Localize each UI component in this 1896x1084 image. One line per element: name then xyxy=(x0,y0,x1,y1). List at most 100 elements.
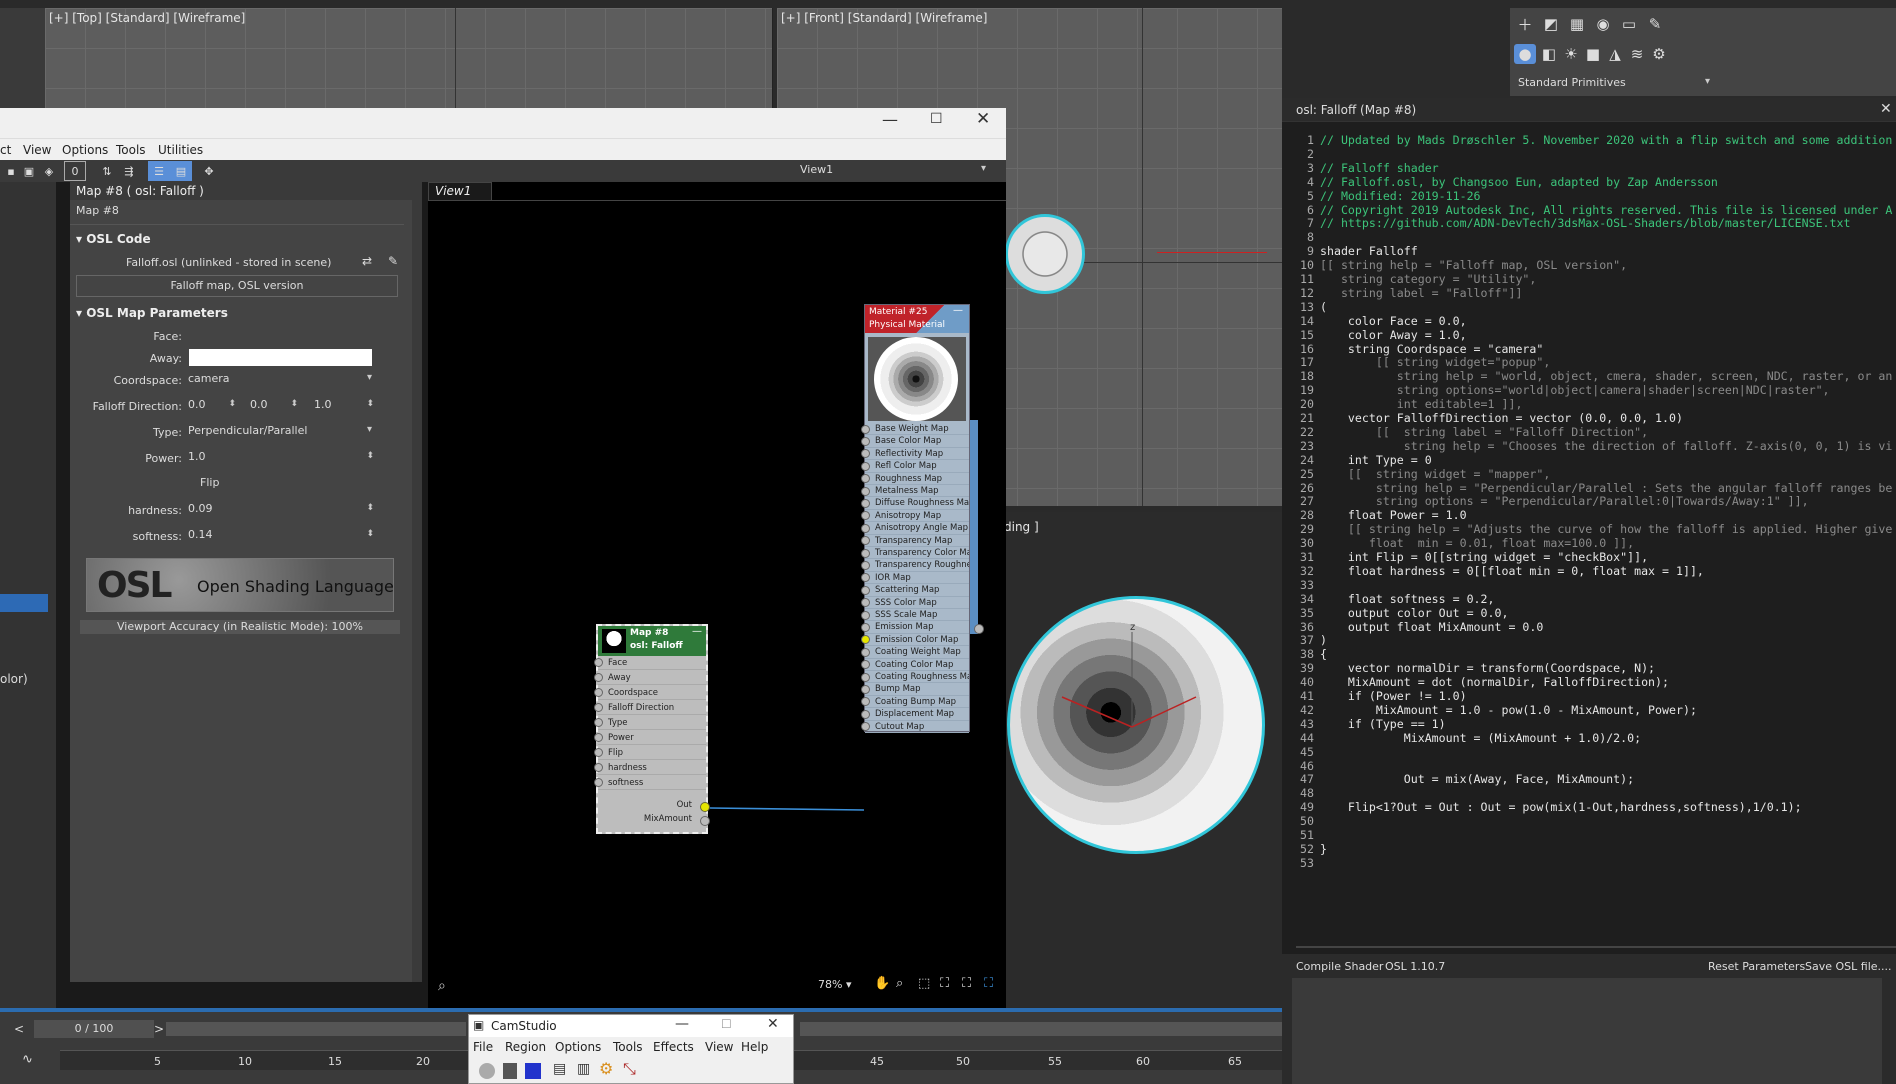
create-icon[interactable]: ＋ xyxy=(1514,14,1536,34)
code-line[interactable]: } xyxy=(1320,842,1327,857)
code-line[interactable]: float min = 0.01, float max=100.0 ]], xyxy=(1320,536,1634,551)
material-slot-22[interactable]: Coating Bump Map xyxy=(865,696,969,709)
cam-menu-region[interactable]: Region xyxy=(505,1040,546,1054)
material-slot-18[interactable]: Coating Weight Map xyxy=(865,646,969,659)
zoom-icon[interactable]: ⌕ xyxy=(896,976,903,991)
perspective-viewport[interactable]: ding ] z xyxy=(1004,512,1282,1007)
falloff-map-node[interactable]: Map #8 osl: Falloff — Face Away Coordspace… xyxy=(594,624,710,834)
code-line[interactable]: ) xyxy=(1320,634,1327,648)
material-node-collapse-icon[interactable]: — xyxy=(953,305,963,316)
code-line[interactable]: float hardness = 0[[float min = 0, float… xyxy=(1320,564,1704,579)
code-line[interactable]: MixAmount = 1.0 - pow(1.0 - MixAmount, P… xyxy=(1320,703,1697,718)
code-line[interactable]: // Modified: 2019-11-26 xyxy=(1320,189,1481,204)
material-slot-1[interactable]: Base Color Map xyxy=(865,435,969,448)
annotation-icon[interactable]: ▥ xyxy=(577,1061,590,1077)
material-slot-port[interactable] xyxy=(861,585,870,595)
code-line[interactable]: int editable=1 ]], xyxy=(1320,397,1523,412)
map-input-1[interactable]: Away xyxy=(598,671,706,685)
object-type-dropdown[interactable]: Standard Primitives xyxy=(1514,76,1714,92)
motion-icon[interactable]: ◉ xyxy=(1592,14,1614,34)
material-slot-port[interactable] xyxy=(861,709,870,719)
zoom-region-icon[interactable]: ⬚ xyxy=(918,976,930,991)
code-line[interactable]: { xyxy=(1320,647,1327,662)
code-line[interactable]: // Falloff shader xyxy=(1320,161,1439,176)
viewport-accuracy[interactable]: Viewport Accuracy (in Realistic Mode): 1… xyxy=(80,620,400,634)
code-line[interactable]: [[ string label = "Falloff Direction", xyxy=(1320,425,1648,440)
editor-close-icon[interactable]: ✕ xyxy=(1880,101,1892,117)
code-line[interactable]: output color Out = 0.0, xyxy=(1320,606,1509,621)
coordspace-dropdown[interactable]: camera xyxy=(188,372,376,388)
code-line[interactable]: string label = "Falloff"]] xyxy=(1320,286,1522,301)
code-line[interactable]: color Away = 1.0, xyxy=(1320,328,1467,343)
material-slot-19[interactable]: Coating Color Map xyxy=(865,659,969,671)
menu-view[interactable]: View xyxy=(23,143,51,157)
cam-menu-view[interactable]: View xyxy=(705,1040,733,1054)
code-line[interactable]: int Flip = 0[[string widget = "checkBox"… xyxy=(1320,550,1648,565)
cam-menu-options[interactable]: Options xyxy=(555,1040,601,1054)
get-material-icon[interactable]: ▣ xyxy=(18,161,40,181)
reset-parameters-button[interactable]: Reset Parameters xyxy=(1708,960,1805,973)
softness-spinner[interactable]: 0.14 xyxy=(188,528,376,544)
code-line[interactable]: MixAmount = dot (normalDir, FalloffDirec… xyxy=(1320,675,1669,690)
map-input-5[interactable]: Power xyxy=(598,731,706,745)
utilities-icon[interactable]: ✎ xyxy=(1644,14,1666,34)
lights-icon[interactable]: ☀ xyxy=(1560,44,1582,64)
material-slot-port[interactable] xyxy=(861,548,870,558)
map-input-7[interactable]: hardness xyxy=(598,761,706,775)
material-slot-port[interactable] xyxy=(861,560,870,570)
pause-icon[interactable] xyxy=(503,1063,517,1079)
track-bar-right[interactable] xyxy=(800,1022,1282,1036)
code-line[interactable]: float Power = 1.0 xyxy=(1320,508,1467,523)
material-slot-8[interactable]: Anisotropy Angle Map xyxy=(865,522,969,535)
material-slot-14[interactable]: SSS Color Map xyxy=(865,597,969,609)
material-slot-0[interactable]: Base Weight Map xyxy=(865,423,969,436)
systems-icon[interactable]: ⚙ xyxy=(1648,44,1670,64)
compile-shader-button[interactable]: Compile Shader xyxy=(1296,960,1383,973)
material-slot-16[interactable]: Emission Map xyxy=(865,621,969,634)
code-line[interactable]: // Updated by Mads Drøschler 5. November… xyxy=(1320,133,1892,148)
editor-scrollbar[interactable] xyxy=(1296,946,1896,948)
material-slot-9[interactable]: Transparency Map xyxy=(865,535,969,547)
next-frame-button[interactable]: > xyxy=(154,1022,164,1036)
material-slot-port[interactable] xyxy=(861,461,870,471)
maximize-icon[interactable]: ☐ xyxy=(930,111,943,127)
cameras-icon[interactable]: ■ xyxy=(1582,44,1604,64)
material-slot-7[interactable]: Anisotropy Map xyxy=(865,510,969,523)
camstudio-close-icon[interactable]: ✕ xyxy=(767,1016,779,1032)
zoom-extents-icon[interactable]: ⛶ xyxy=(940,976,949,991)
code-line[interactable]: ( xyxy=(1320,300,1327,315)
code-line[interactable]: int Type = 0 xyxy=(1320,453,1432,468)
code-line[interactable]: [[ string help = "Falloff map, OSL versi… xyxy=(1320,258,1627,273)
code-line[interactable]: [[ string widget="popup", xyxy=(1320,356,1551,370)
param-scrollbar[interactable] xyxy=(412,182,422,982)
material-output-port[interactable] xyxy=(974,624,984,634)
map-input-port[interactable] xyxy=(594,778,603,787)
code-line[interactable]: string help = "Perpendicular/Parallel : … xyxy=(1320,481,1893,496)
map-input-3[interactable]: Falloff Direction xyxy=(598,701,706,715)
code-line[interactable]: string options = "Perpendicular/Parallel… xyxy=(1320,495,1809,509)
code-line[interactable]: MixAmount = (MixAmount + 1.0)/2.0; xyxy=(1320,731,1641,746)
material-slot-port[interactable] xyxy=(861,684,870,694)
code-line[interactable]: if (Power != 1.0) xyxy=(1320,689,1467,704)
material-slot-port[interactable] xyxy=(861,486,870,496)
hardness-spinner[interactable]: 0.09 xyxy=(188,502,376,518)
record-icon[interactable] xyxy=(479,1063,495,1079)
time-slider[interactable]: 0 / 100 xyxy=(34,1020,154,1038)
material-slot-24[interactable]: Cutout Map xyxy=(865,721,969,733)
code-line[interactable]: float softness = 0.2, xyxy=(1320,592,1495,607)
material-slot-10[interactable]: Transparency Color Map xyxy=(865,547,969,560)
close-icon[interactable]: ✕ xyxy=(976,109,990,129)
display-icon[interactable]: ▭ xyxy=(1618,14,1640,34)
map-input-8[interactable]: softness xyxy=(598,776,706,790)
code-line[interactable]: string category = "Utility", xyxy=(1320,272,1536,287)
cam-menu-help[interactable]: Help xyxy=(741,1040,768,1054)
code-line[interactable]: string help = "Chooses the direction of … xyxy=(1320,439,1893,454)
browser-selected-row[interactable] xyxy=(0,594,48,612)
zoom-selected-icon[interactable]: ⛶ xyxy=(962,976,971,991)
code-line[interactable]: [[ string help = "Adjusts the curve of h… xyxy=(1320,522,1892,537)
code-line[interactable]: string Coordspace = "camera" xyxy=(1320,342,1543,357)
map-node-collapse-icon[interactable]: — xyxy=(692,626,702,637)
map-input-port[interactable] xyxy=(594,748,603,757)
mixamount-port[interactable] xyxy=(700,816,710,826)
map-name-field[interactable]: Map #8 xyxy=(76,204,119,217)
